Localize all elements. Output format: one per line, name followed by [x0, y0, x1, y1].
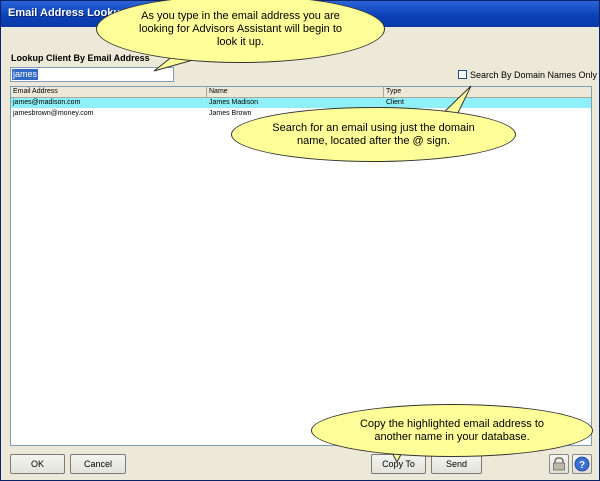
cancel-button[interactable]: Cancel [70, 454, 126, 474]
email-search-value: james [12, 69, 39, 80]
callout-domain: Search for an email using just the domai… [231, 107, 516, 162]
help-button[interactable]: ? [572, 454, 592, 474]
row-email: jamesbrown@money.com [13, 110, 94, 117]
copy-to-button[interactable]: Copy To [371, 454, 426, 474]
row-name: James Madison [209, 99, 259, 106]
svg-text:?: ? [579, 460, 585, 471]
column-header-name[interactable]: Name [207, 87, 384, 97]
row-name: James Brown [209, 110, 252, 117]
domain-only-checkbox[interactable] [458, 70, 467, 79]
column-header-email[interactable]: Email Address [11, 87, 207, 97]
send-button[interactable]: Send [431, 454, 482, 474]
grid-header: Email Address Name Type [11, 87, 591, 98]
row-email: james@madison.com [13, 99, 81, 106]
lock-icon [553, 457, 565, 471]
callout-typing-text: As you type in the email address you are… [139, 9, 342, 48]
lock-button[interactable] [549, 454, 569, 474]
callout-domain-text: Search for an email using just the domai… [272, 121, 475, 147]
help-icon: ? [574, 456, 590, 472]
table-row[interactable]: james@madison.com James Madison Client [11, 98, 591, 108]
lookup-label: Lookup Client By Email Address [11, 53, 150, 63]
callout-copy: Copy the highlighted email address to an… [311, 404, 593, 457]
domain-only-label[interactable]: Search By Domain Names Only [470, 70, 597, 80]
column-header-type[interactable]: Type [384, 87, 591, 97]
callout-copy-text: Copy the highlighted email address to an… [359, 417, 545, 443]
ok-button[interactable]: OK [10, 454, 65, 474]
email-search-input[interactable]: james [10, 67, 174, 82]
